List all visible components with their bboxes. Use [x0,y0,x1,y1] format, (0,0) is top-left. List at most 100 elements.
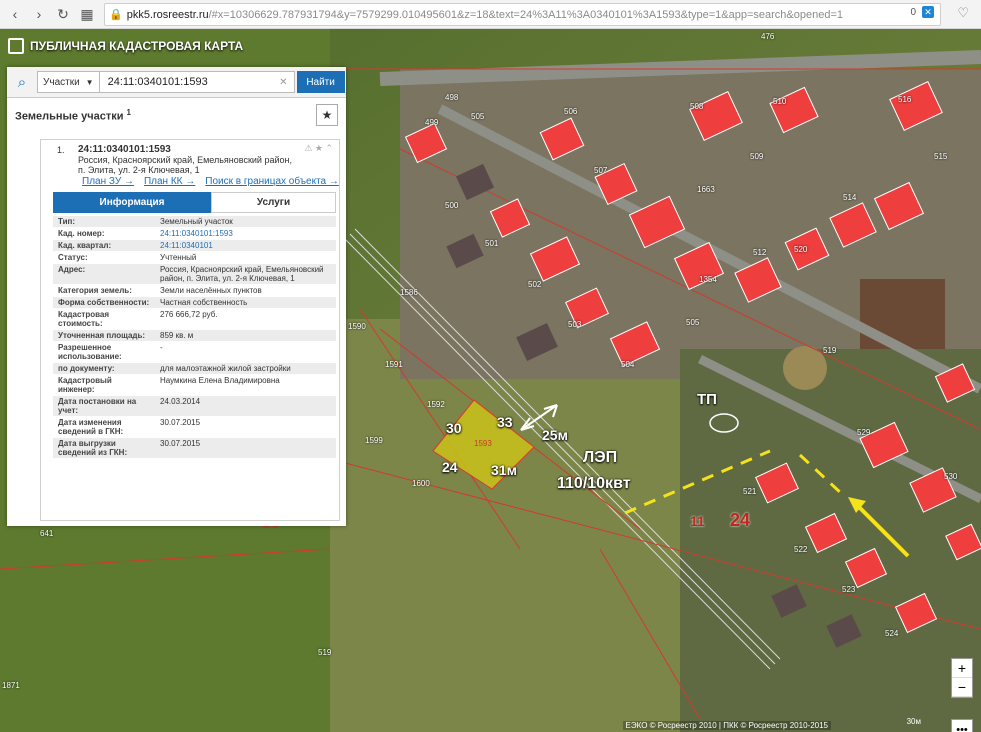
url-path: /#x=10306629.787931794&y=7579299.0104956… [208,8,844,21]
info-row: Дата выгрузки сведений из ГКН: 30.07.2015 [53,438,336,459]
map-label: 498 [445,93,459,102]
extension-icon[interactable]: ✕ [922,6,934,18]
info-value[interactable]: 24:11:0340101 [155,240,336,251]
info-row: Уточненная площадь: 859 кв. м [53,330,336,342]
map-label: 505 [471,112,485,121]
power-line-voltage: 110/10квт [557,475,631,492]
info-table: Тип: Земельный участок Кад. номер: 24:11:03… [53,216,336,459]
find-button[interactable]: Найти [296,71,345,93]
map-label: 530 [944,472,958,481]
search-type-label: Участки [43,76,80,88]
info-row: Адрес: Россия, Красноярский край, Емельян… [53,264,336,285]
search-icon[interactable]: ⌕ [7,67,37,97]
result-cadastral-number[interactable]: 24:11:0340101:1593 [78,144,171,155]
info-row: Категория земель: Земли населённых пункто… [53,285,336,297]
parcel-id-label: 1593 [474,439,492,448]
map-label: 502 [528,280,542,289]
search-type-select[interactable]: Участки ▼ [37,71,100,93]
search-row: ⌕ Участки ▼ 24:11:0340101:1593 ✕ Найти [7,67,346,98]
browser-toolbar: ‹ › ↻ ▦ 🔒 pkk5.rosreestr.ru /#x=10306629… [0,0,981,29]
card-tabs: Информация Услуги [53,192,336,213]
app-title: ПУБЛИЧНАЯ КАДАСТРОВАЯ КАРТА [30,39,244,53]
info-row: Кад. квартал: 24:11:0340101 [53,240,336,252]
address-bar[interactable]: 🔒 pkk5.rosreestr.ru /#x=10306629.7879317… [104,3,941,26]
info-key: Статус: [58,253,88,262]
extension-badge: 0 [910,6,916,18]
map-label: 499 [425,118,439,127]
map-label: 523 [842,585,856,594]
chevron-down-icon: ▼ [85,77,94,87]
forward-icon[interactable]: › [30,5,48,23]
side-length-31: 31м [491,462,517,478]
map-label: 476 [761,32,775,41]
plan-zu-link[interactable]: План ЗУ → [82,176,134,187]
info-key: Форма собственности: [58,298,150,307]
back-icon[interactable]: ‹ [6,5,24,23]
map-label: 515 [934,152,948,161]
info-row: Статус: Учтенный [53,252,336,264]
map-label: 500 [445,201,459,210]
map-label: 524 [885,629,899,638]
apps-icon[interactable]: ▦ [78,5,96,23]
info-key: Уточненная площадь: [58,331,146,340]
search-in-bounds-link[interactable]: Поиск в границах объекта → [205,176,339,187]
results-title: Земельные участки 1 [15,107,131,123]
card-header: 1. 24:11:0340101:1593 Россия, Красноярск… [41,140,339,192]
map-label: 506 [564,107,578,116]
info-key: Дата выгрузки сведений из ГКН: [58,439,128,457]
info-key: Кадастровый инженер: [58,376,112,394]
side-length-33: 33 [497,414,513,430]
plan-kk-link[interactable]: План КК → [144,176,195,187]
info-key: Дата изменения сведений в ГКН: [58,418,124,436]
info-key: по документу: [58,364,115,373]
search-input[interactable]: 24:11:0340101:1593 ✕ [99,71,295,93]
map-label: 1354 [699,275,717,284]
info-value: Учтенный [160,253,197,262]
map-label: 1663 [697,185,715,194]
more-button[interactable]: ••• [951,719,973,732]
result-card: 1. 24:11:0340101:1593 Россия, Красноярск… [40,139,340,521]
info-row: Дата изменения сведений в ГКН: 30.07.2015 [53,417,336,438]
reload-icon[interactable]: ↻ [54,5,72,23]
info-row: Форма собственности: Частная собственност… [53,297,336,309]
app-header: ПУБЛИЧНАЯ КАДАСТРОВАЯ КАРТА [8,38,243,54]
map-label: 521 [743,487,757,496]
info-row: Кадастровая стоимость: 276 666,72 руб. [53,309,336,330]
info-key: Разрешенное использование: [58,343,122,361]
zoom-control: + − [951,658,973,698]
zoom-out-button[interactable]: − [952,678,972,697]
result-address: Россия, Красноярский край, Емельяновский… [78,155,292,175]
info-value: Наумкина Елена Владимировна [160,376,280,385]
clear-icon[interactable]: ✕ [279,77,287,88]
info-value: Земельный участок [160,217,233,226]
card-icons[interactable]: ⚠ ★ ⌃ [304,143,333,154]
map-label: 1871 [2,681,20,690]
search-query: 24:11:0340101:1593 [107,76,208,88]
info-key: Адрес: [58,265,86,274]
map-label: 641 [40,529,54,538]
info-key: Кад. квартал: [58,241,112,250]
star-icon[interactable]: ★ [316,104,338,126]
info-value: Россия, Красноярский край, Емельяновский… [160,265,324,283]
tab-services[interactable]: Услуги [211,192,336,213]
map-label: 519 [823,346,837,355]
zoom-in-button[interactable]: + [952,659,972,678]
info-value: 276 666,72 руб. [160,310,218,319]
info-row: Дата постановки на учет: 24.03.2014 [53,396,336,417]
extensions: 0 ✕ [910,6,934,18]
info-key: Категория земель: [58,286,132,295]
side-length-24: 24 [442,459,458,475]
info-key: Кадастровая стоимость: [58,310,110,328]
map-label: 1591 [385,360,403,369]
tp-label: ТП [697,391,717,408]
tab-info[interactable]: Информация [53,192,211,213]
map-label: 504 [621,360,635,369]
number-11-label: 11 [690,513,705,529]
info-row: Кад. номер: 24:11:0340101:1593 [53,228,336,240]
map-label: 514 [843,193,857,202]
map-label: 1599 [365,436,383,445]
bookmark-icon[interactable]: ♡ [957,5,969,21]
info-value[interactable]: 24:11:0340101:1593 [155,228,336,239]
info-row: Тип: Земельный участок [53,216,336,228]
map-label: 1592 [427,400,445,409]
